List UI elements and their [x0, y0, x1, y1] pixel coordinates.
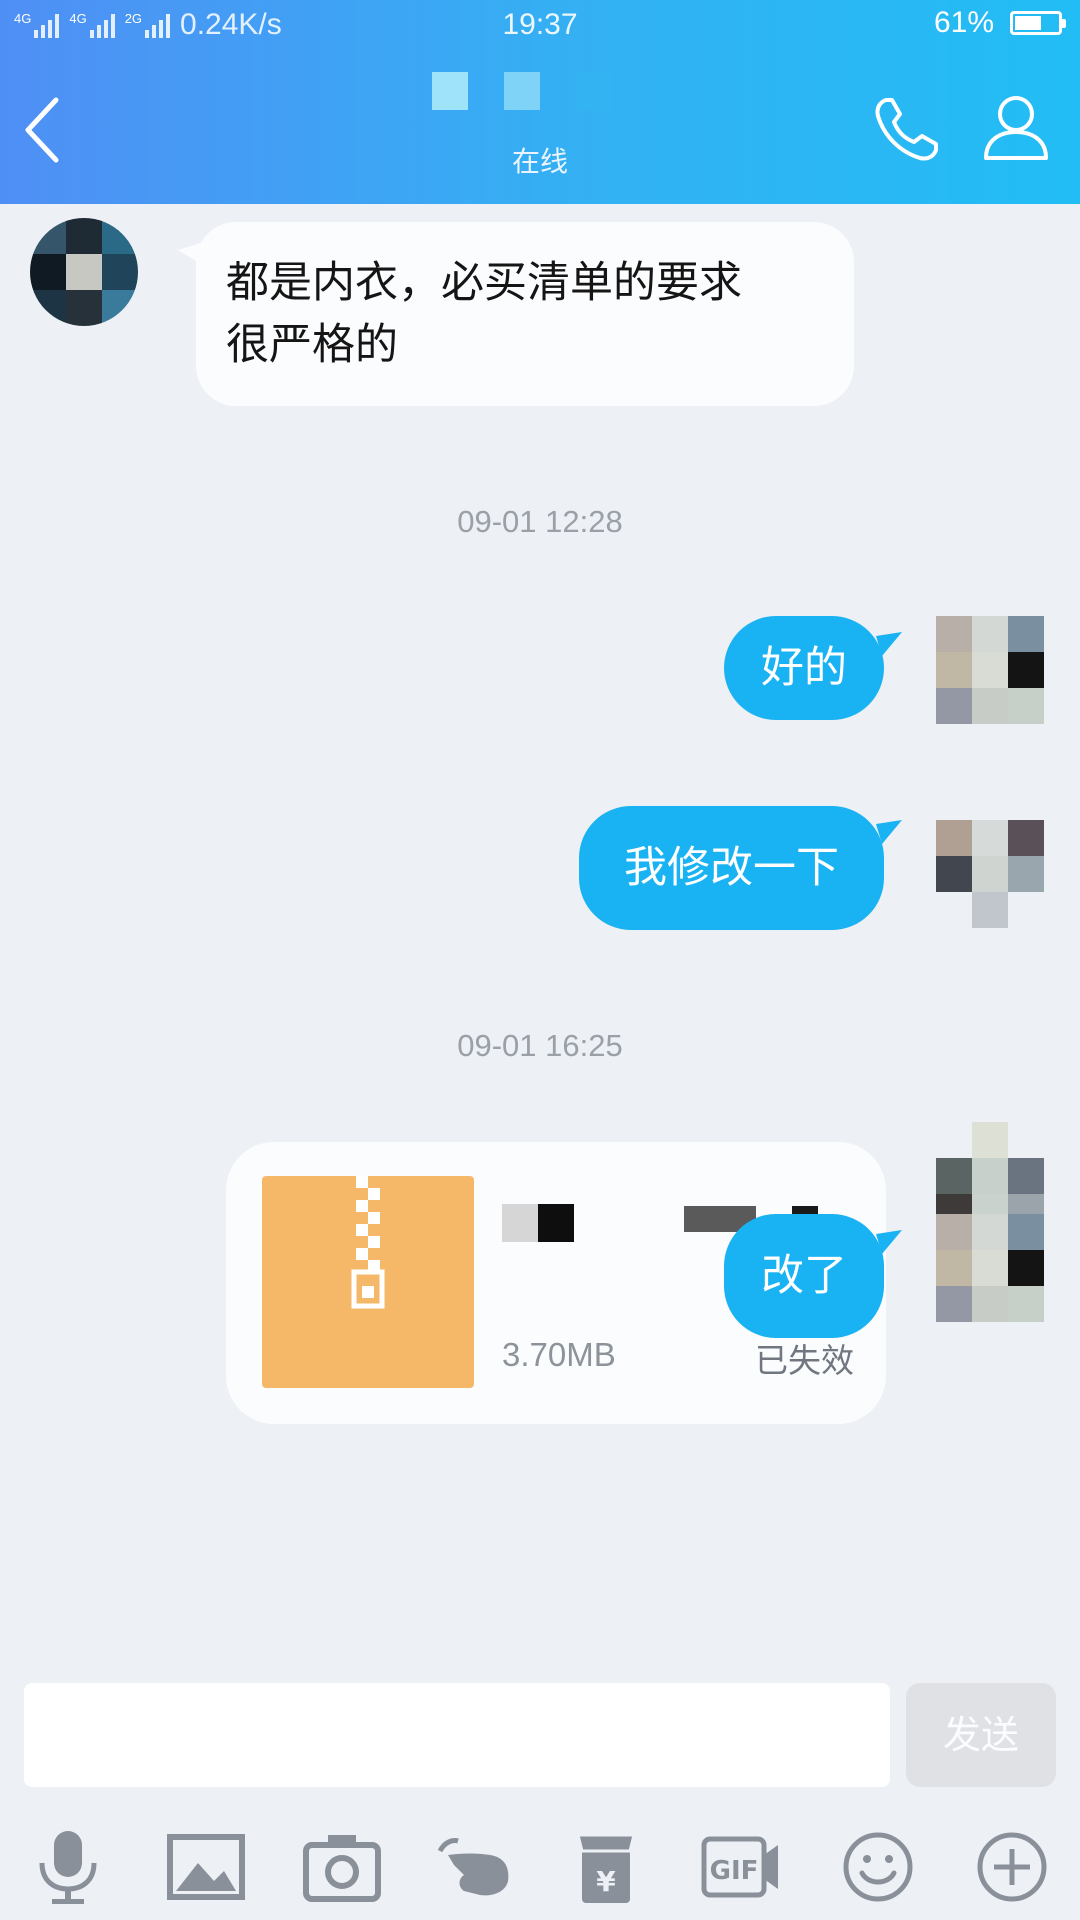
message-line: 都是内衣，必买清单的要求: [226, 258, 742, 308]
person-icon: [984, 96, 1048, 160]
message-bubble-outgoing[interactable]: 好的: [724, 616, 884, 720]
message-text: 改了: [761, 1251, 847, 1301]
call-button[interactable]: [872, 92, 944, 164]
status-right: 61%: [933, 6, 1066, 40]
input-toolbar: ¥ GIF: [0, 1827, 1080, 1917]
redaction-block: [538, 1204, 574, 1242]
yuan-symbol: ¥: [596, 1865, 616, 1898]
bubble-tail: [876, 632, 902, 656]
contact-name-redacted: [430, 72, 650, 112]
chat-header: 4G 4G 2G 0.24K/s 19:37 61% 在线: [0, 0, 1080, 204]
input-area: 发送 ¥ GIF: [0, 1679, 1080, 1920]
message-bubble-incoming[interactable]: 都是内衣，必买清单的要求 很严格的: [196, 222, 854, 406]
plus-icon: [977, 1832, 1047, 1902]
contact-avatar[interactable]: [30, 218, 138, 326]
image-icon: [167, 1834, 245, 1900]
redaction-block: [432, 72, 468, 110]
chat-messages[interactable]: 都是内衣，必买清单的要求 很严格的 09-01 12:28 好的 我修改一下 0…: [0, 204, 1080, 1679]
user-avatar[interactable]: [936, 1214, 1044, 1322]
battery-fill: [1015, 16, 1041, 30]
zipper-graphic: [351, 1176, 385, 1309]
gif-label: GIF: [710, 1856, 759, 1886]
file-size: 3.70MB: [502, 1336, 616, 1373]
profile-button[interactable]: [980, 92, 1052, 164]
voice-button[interactable]: [28, 1827, 108, 1907]
user-avatar[interactable]: [936, 616, 1044, 724]
timestamp: 09-01 16:25: [457, 1028, 623, 1063]
more-button[interactable]: [972, 1827, 1052, 1907]
send-button[interactable]: 发送: [906, 1683, 1056, 1787]
redaction-block: [502, 1204, 538, 1242]
bubble-tail: [876, 1230, 902, 1254]
emoji-icon: [843, 1832, 913, 1902]
message-line: 很严格的: [226, 320, 398, 370]
zip-file-icon: [262, 1176, 474, 1388]
message-text: 我修改一下: [624, 843, 839, 893]
phone-icon: [875, 98, 938, 161]
redaction-block: [576, 72, 612, 110]
gif-icon: GIF: [701, 1836, 778, 1898]
poke-button[interactable]: [434, 1827, 514, 1907]
gif-button[interactable]: GIF: [700, 1827, 780, 1907]
poke-icon: [437, 1838, 509, 1896]
camera-icon: [303, 1835, 381, 1902]
clock: 19:37: [502, 8, 578, 41]
message-bubble-outgoing[interactable]: 改了: [724, 1214, 884, 1338]
redaction-block: [504, 72, 540, 110]
red-packet-icon: ¥: [576, 1833, 636, 1903]
user-avatar[interactable]: [936, 820, 1044, 928]
emoji-button[interactable]: [838, 1827, 918, 1907]
microphone-icon: [39, 1831, 97, 1904]
message-text: 好的: [761, 643, 847, 693]
file-status: 已失效: [755, 1341, 854, 1380]
message-input[interactable]: [24, 1683, 890, 1787]
message-text: 都是内衣，必买清单的要求 很严格的: [226, 252, 824, 376]
message-bubble-outgoing[interactable]: 我修改一下: [579, 806, 884, 930]
red-packet-button[interactable]: ¥: [566, 1827, 646, 1907]
timestamp: 09-01 12:28: [457, 504, 623, 539]
image-button[interactable]: [166, 1827, 246, 1907]
battery-percent: 61%: [933, 6, 994, 39]
bubble-tail: [876, 820, 902, 844]
status-bar: 4G 4G 2G 0.24K/s 19:37 61%: [0, 0, 1080, 50]
battery-icon: [1010, 11, 1066, 35]
camera-button[interactable]: [302, 1827, 382, 1907]
